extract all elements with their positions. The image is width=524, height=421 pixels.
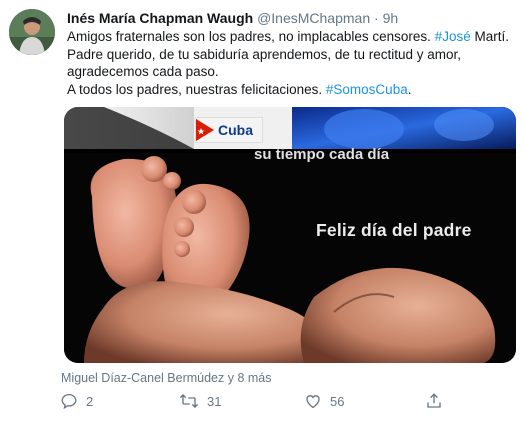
like-button[interactable]: 56: [304, 392, 344, 410]
reply-icon: [61, 393, 77, 410]
media-overlay-main-text: Feliz día del padre: [316, 220, 472, 240]
tweet-header: Inés María Chapman Waugh @InesMChapman ·…: [67, 10, 398, 26]
retweet-count: 31: [207, 393, 222, 409]
author-name[interactable]: Inés María Chapman Waugh: [67, 10, 253, 26]
share-button[interactable]: [425, 392, 443, 410]
tweet-text: Amigos fraternales son los padres, no im…: [67, 28, 512, 98]
reply-count: 2: [86, 393, 94, 409]
cuba-flag-icon: [196, 119, 214, 141]
tweet: Inés María Chapman Waugh @InesMChapman ·…: [0, 0, 524, 421]
tweet-timestamp[interactable]: 9h: [383, 10, 399, 26]
separator-dot: ·: [374, 10, 379, 26]
logo-text: Cuba: [218, 122, 253, 138]
tweet-text-part: .: [407, 81, 412, 97]
heart-icon: [306, 395, 320, 409]
hashtag-somoscuba[interactable]: #SomosCuba: [326, 82, 408, 97]
reply-button[interactable]: 2: [60, 392, 93, 410]
author-handle[interactable]: @InesMChapman: [257, 10, 370, 26]
tweet-text-part: Amigos fraternales son los padres, no im…: [67, 29, 435, 44]
cuba-logo: Cuba: [195, 117, 263, 143]
like-count: 56: [330, 393, 345, 409]
share-icon: [427, 393, 441, 408]
avatar[interactable]: [9, 9, 55, 55]
hashtag-jose[interactable]: #José: [435, 29, 471, 44]
retweet-context[interactable]: Miguel Díaz-Canel Bermúdez y 8 más: [61, 371, 272, 385]
tweet-actions: 2 31 56: [0, 392, 524, 416]
media-overlay-top-text: su tiempo cada día: [254, 146, 390, 163]
retweet-button[interactable]: 31: [179, 392, 221, 410]
retweet-icon: [179, 394, 199, 408]
